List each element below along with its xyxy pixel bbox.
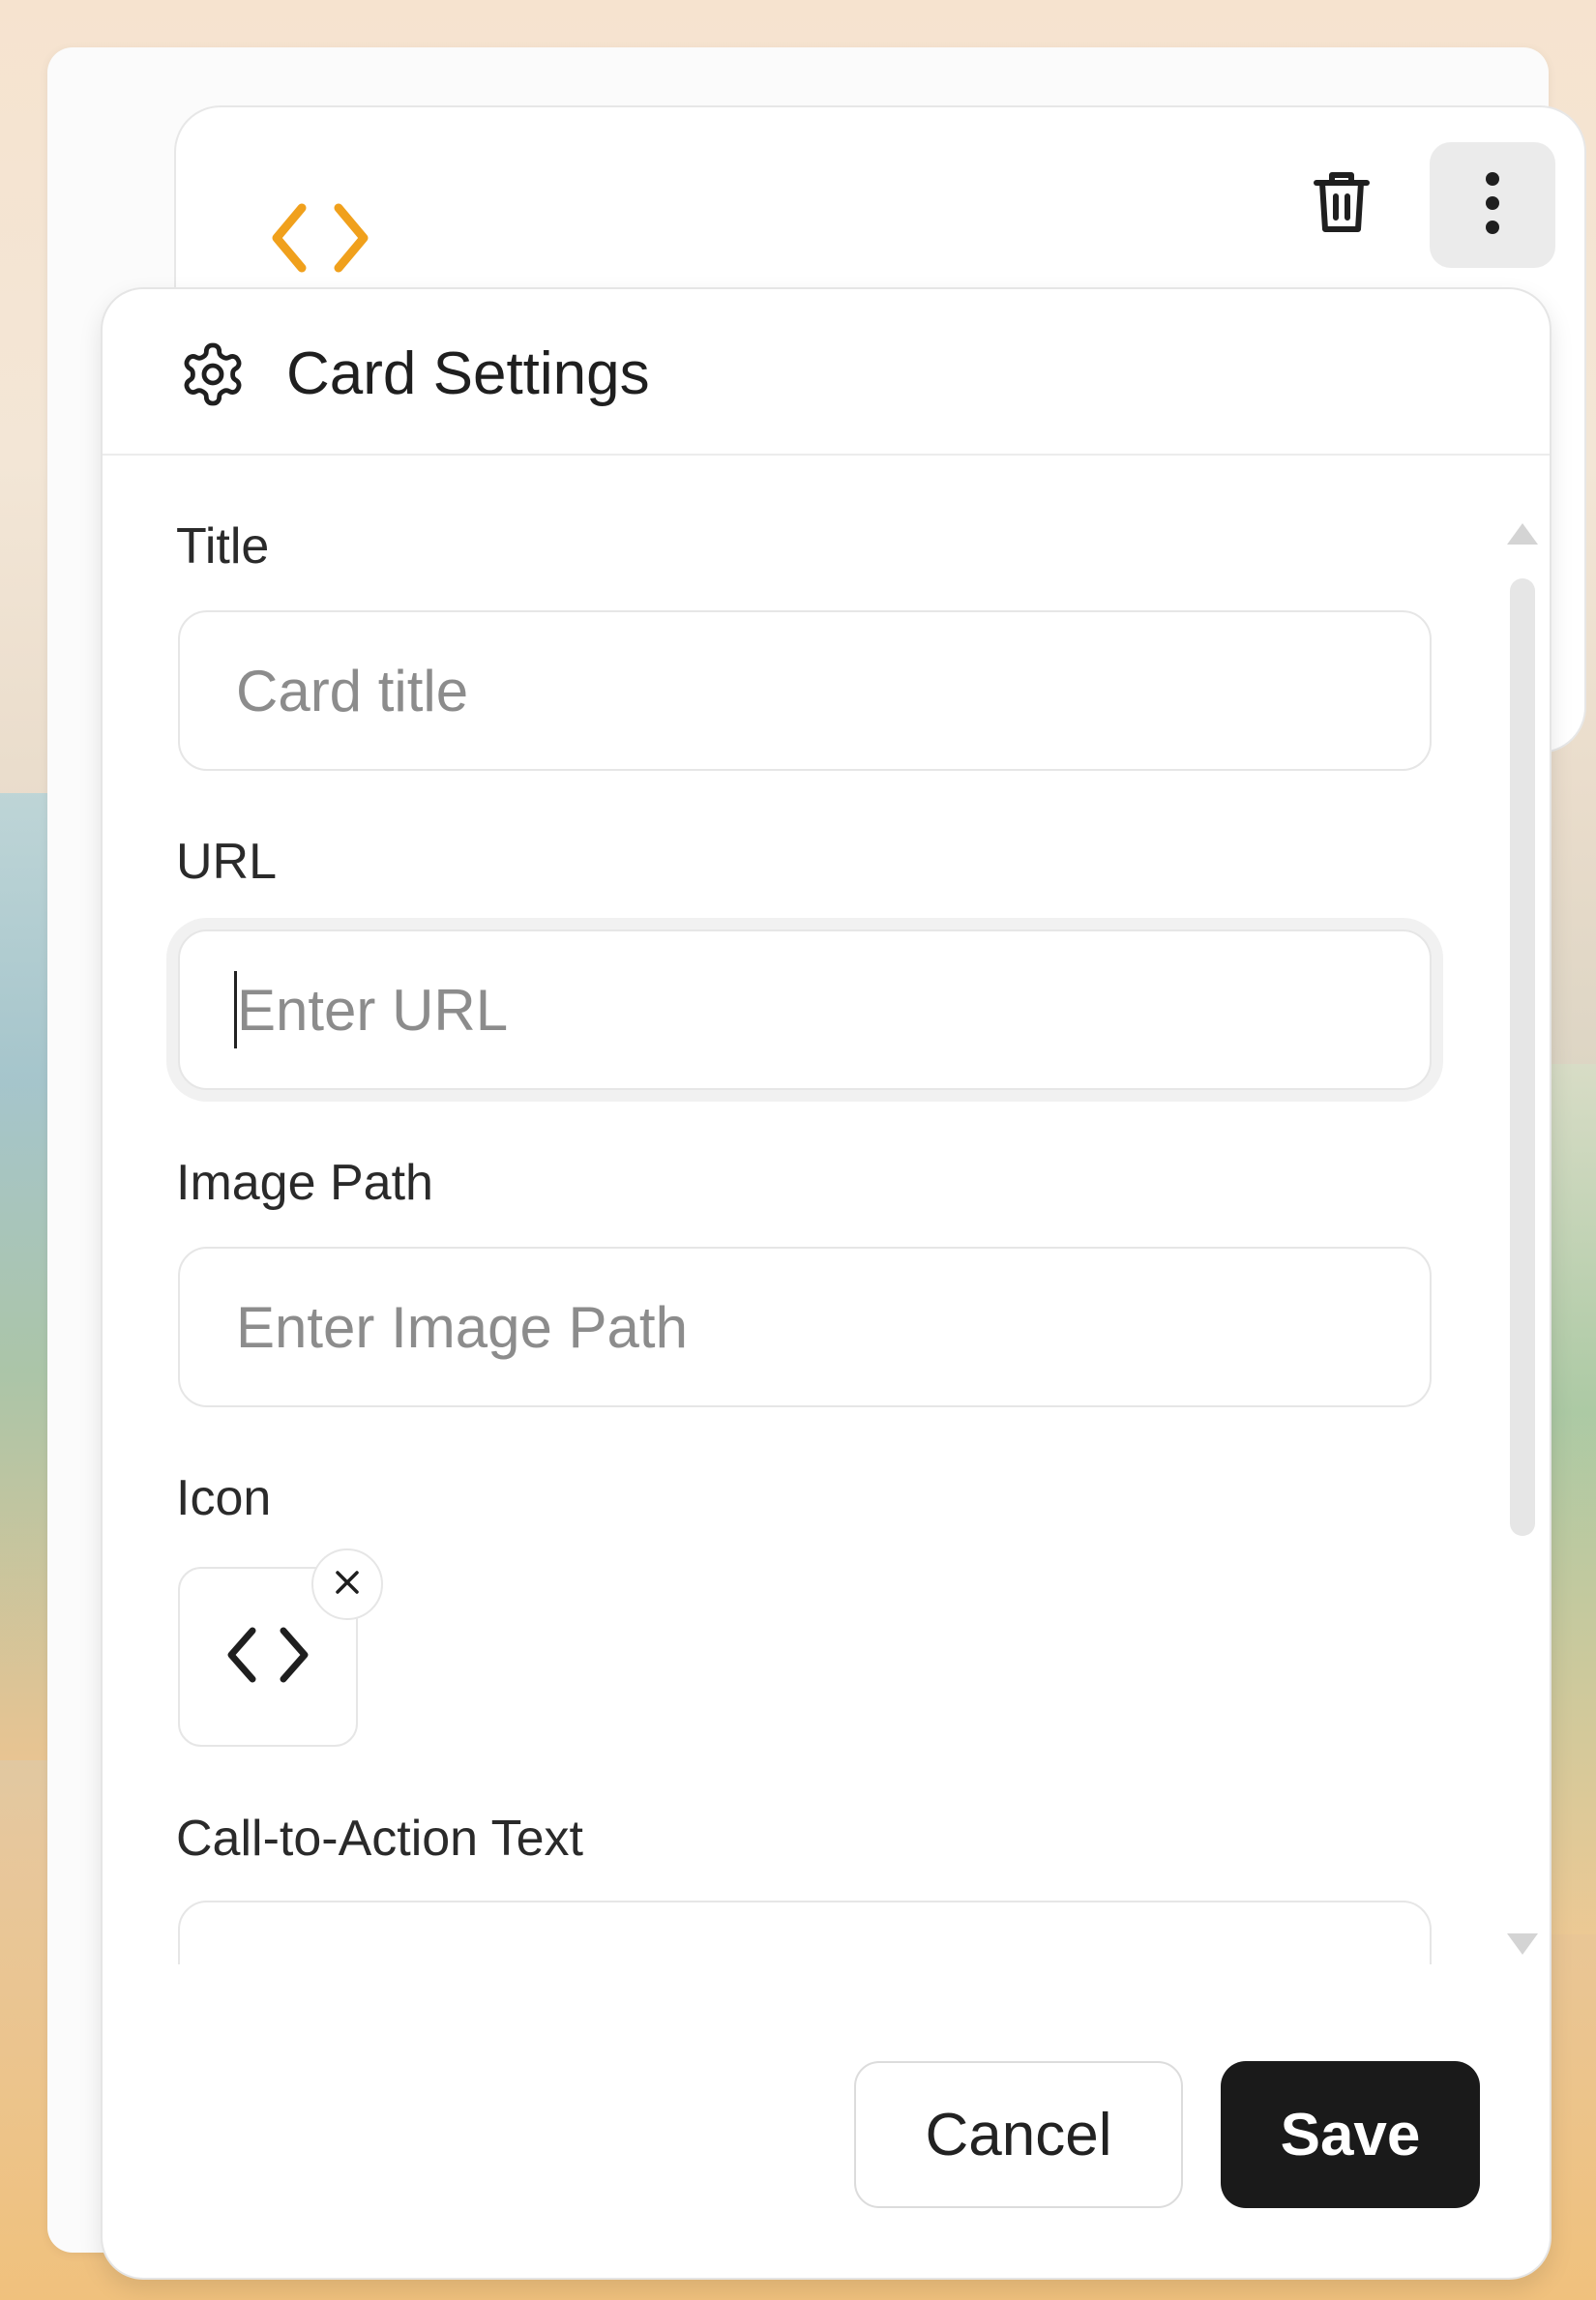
dialog-header: Card Settings [103, 289, 1550, 456]
code-icon [222, 1621, 314, 1694]
settings-form: Title Card title URL Enter URL Image Pat… [103, 456, 1550, 1964]
scrollbar[interactable] [1507, 523, 1538, 1955]
title-input[interactable]: Card title [178, 610, 1432, 771]
code-icon [267, 194, 373, 281]
card-container: Card Settings Title Card title URL Enter… [47, 47, 1586, 2280]
image-path-input[interactable]: Enter Image Path [178, 1247, 1432, 1407]
card-settings-dialog: Card Settings Title Card title URL Enter… [101, 287, 1552, 2280]
close-icon [333, 1568, 362, 1602]
scroll-up-arrow[interactable] [1507, 523, 1538, 545]
cta-label: Call-to-Action Text [176, 1811, 583, 1867]
gear-icon [178, 339, 248, 409]
url-label: URL [176, 834, 278, 890]
scroll-down-arrow[interactable] [1507, 1933, 1538, 1955]
scrollbar-thumb[interactable] [1510, 578, 1535, 1536]
trash-icon [1311, 169, 1373, 240]
url-input[interactable]: Enter URL [178, 929, 1432, 1090]
dialog-title: Card Settings [286, 340, 650, 407]
more-options-button[interactable] [1430, 142, 1555, 268]
remove-icon-button[interactable] [311, 1548, 383, 1620]
save-button[interactable]: Save [1221, 2061, 1480, 2208]
image-path-placeholder: Enter Image Path [236, 1294, 688, 1360]
url-placeholder: Enter URL [237, 977, 509, 1043]
delete-card-button[interactable] [1293, 156, 1390, 252]
title-label: Title [176, 518, 270, 575]
image-path-label: Image Path [176, 1155, 433, 1211]
title-placeholder: Card title [236, 658, 469, 723]
cancel-button[interactable]: Cancel [854, 2061, 1183, 2208]
cta-input[interactable] [178, 1901, 1432, 1964]
icon-label: Icon [176, 1470, 272, 1526]
more-vertical-icon [1483, 169, 1502, 242]
